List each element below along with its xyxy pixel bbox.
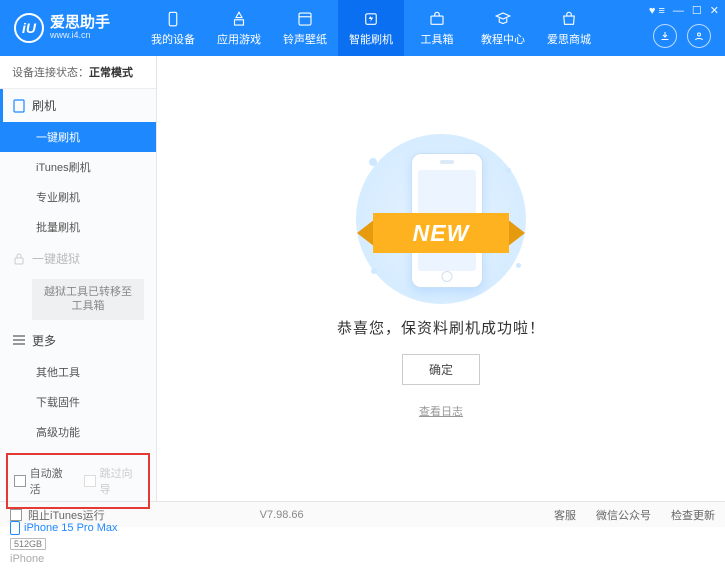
sidebar-section-more[interactable]: 更多 <box>0 324 156 357</box>
download-icon[interactable] <box>653 24 677 48</box>
sidebar-section-jailbreak: 一键越狱 <box>0 242 156 275</box>
app-header: iU 爱思助手 www.i4.cn 我的设备 应用游戏 铃声壁纸 智能刷机 工具… <box>0 0 725 56</box>
checkbox-label: 跳过向导 <box>100 465 142 497</box>
sidebar-item-other-tools[interactable]: 其他工具 <box>0 357 156 387</box>
status-mode: 正常模式 <box>89 67 133 79</box>
nav-label: 铃声壁纸 <box>283 31 327 47</box>
success-illustration: NEW <box>341 138 541 303</box>
logo-area: iU 爱思助手 www.i4.cn <box>0 13 140 43</box>
logo-icon: iU <box>14 13 44 43</box>
sidebar-item-pro-flash[interactable]: 专业刷机 <box>0 182 156 212</box>
checkbox-icon <box>10 509 22 521</box>
success-message: 恭喜您，保资料刷机成功啦！ <box>337 317 545 338</box>
device-brand: iPhone <box>10 553 146 565</box>
nav-tutorials[interactable]: 教程中心 <box>470 0 536 56</box>
ok-button[interactable]: 确定 <box>402 354 480 385</box>
phone-icon <box>10 521 20 535</box>
sidebar-section-flash[interactable]: 刷机 <box>0 89 156 122</box>
sidebar-item-itunes-flash[interactable]: iTunes刷机 <box>0 152 156 182</box>
sidebar-item-download-fw[interactable]: 下载固件 <box>0 387 156 417</box>
sidebar-item-oneclick-flash[interactable]: 一键刷机 <box>0 122 156 152</box>
footer-link-support[interactable]: 客服 <box>554 507 576 523</box>
footer-link-update[interactable]: 检查更新 <box>671 507 715 523</box>
nav-label: 爱思商城 <box>547 31 591 47</box>
ribbon-text: NEW <box>373 213 509 253</box>
user-icon[interactable] <box>687 24 711 48</box>
checkbox-block-itunes[interactable]: 阻止iTunes运行 <box>10 507 105 523</box>
list-icon <box>12 333 26 347</box>
checkbox-icon <box>14 475 26 487</box>
nav-ringtones[interactable]: 铃声壁纸 <box>272 0 338 56</box>
view-log-link[interactable]: 查看日志 <box>419 403 463 419</box>
jailbreak-note: 越狱工具已转移至工具箱 <box>32 279 144 320</box>
device-status: 设备连接状态：正常模式 <box>0 56 156 89</box>
sidebar-item-batch-flash[interactable]: 批量刷机 <box>0 212 156 242</box>
nav-toolbox[interactable]: 工具箱 <box>404 0 470 56</box>
sidebar: 设备连接状态：正常模式 刷机 一键刷机 iTunes刷机 专业刷机 批量刷机 一… <box>0 56 157 501</box>
nav-label: 教程中心 <box>481 31 525 47</box>
nav-label: 应用游戏 <box>217 31 261 47</box>
section-label: 更多 <box>32 332 56 349</box>
nav-my-device[interactable]: 我的设备 <box>140 0 206 56</box>
status-label: 设备连接状态： <box>12 67 89 79</box>
device-info[interactable]: iPhone 15 Pro Max 512GB iPhone <box>0 515 156 571</box>
device-storage: 512GB <box>10 538 46 550</box>
section-label: 一键越狱 <box>32 250 80 267</box>
app-title: 爱思助手 <box>50 15 110 32</box>
nav-label: 工具箱 <box>421 31 454 47</box>
app-url: www.i4.cn <box>50 31 110 41</box>
phone-icon <box>12 99 26 113</box>
maximize-icon[interactable]: ☐ <box>692 4 702 17</box>
nav-label: 智能刷机 <box>349 31 393 47</box>
version-label: V7.98.66 <box>260 509 304 521</box>
nav-apps-games[interactable]: 应用游戏 <box>206 0 272 56</box>
checkbox-label: 阻止iTunes运行 <box>28 507 105 523</box>
nav-label: 我的设备 <box>151 31 195 47</box>
checkbox-icon <box>84 475 96 487</box>
checkbox-label: 自动激活 <box>30 465 72 497</box>
checkbox-auto-activate[interactable]: 自动激活 <box>14 465 72 497</box>
main-nav: 我的设备 应用游戏 铃声壁纸 智能刷机 工具箱 教程中心 爱思商城 <box>140 0 602 56</box>
close-icon[interactable]: ✕ <box>710 4 719 17</box>
highlight-box: 自动激活 跳过向导 <box>6 453 150 509</box>
nav-store[interactable]: 爱思商城 <box>536 0 602 56</box>
window-controls: ♥ ≡ — ☐ ✕ <box>649 4 719 17</box>
device-name: iPhone 15 Pro Max <box>24 522 118 534</box>
sidebar-item-advanced[interactable]: 高级功能 <box>0 417 156 447</box>
menu-icon[interactable]: ♥ ≡ <box>649 5 665 17</box>
minimize-icon[interactable]: — <box>673 5 684 17</box>
checkbox-skip-guide: 跳过向导 <box>84 465 142 497</box>
lock-icon <box>12 252 26 266</box>
section-label: 刷机 <box>32 97 56 114</box>
main-content: NEW 恭喜您，保资料刷机成功啦！ 确定 查看日志 <box>157 56 725 501</box>
nav-smart-flash[interactable]: 智能刷机 <box>338 0 404 56</box>
footer-link-wechat[interactable]: 微信公众号 <box>596 507 651 523</box>
header-right-icons <box>653 24 711 48</box>
